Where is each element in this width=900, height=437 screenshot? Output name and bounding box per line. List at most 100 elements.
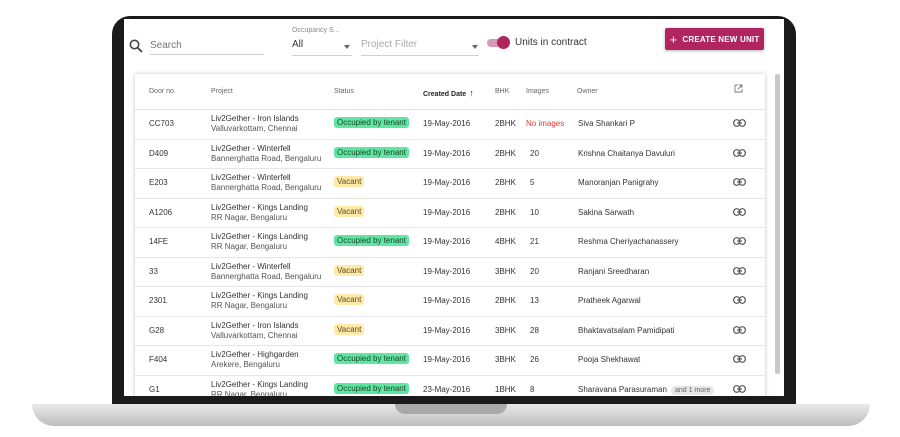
column-project[interactable]: Project bbox=[211, 88, 233, 95]
create-button-label: CREATE NEW UNIT bbox=[682, 34, 760, 44]
created-date: 23-May-2016 bbox=[423, 384, 471, 394]
status-badge: Vacant bbox=[334, 264, 365, 276]
laptop-base bbox=[32, 404, 870, 426]
column-images[interactable]: Images bbox=[526, 88, 549, 95]
column-status[interactable]: Status bbox=[334, 88, 354, 95]
owner-name: Sakina Sarwath bbox=[578, 207, 635, 217]
column-owner[interactable]: Owner bbox=[577, 88, 598, 95]
door-number: A1206 bbox=[149, 207, 173, 217]
open-in-new-icon[interactable] bbox=[734, 84, 743, 93]
owner-name: Pratheek Agarwal bbox=[578, 296, 641, 305]
project-location: Bannerghatta Road, Bengaluru bbox=[211, 153, 322, 163]
table-row[interactable]: A1206 Liv2Gether - Kings Landing RR Nagar,… bbox=[135, 198, 765, 228]
created-date: 19-May-2016 bbox=[423, 266, 471, 276]
arrow-up-icon: ↑ bbox=[469, 88, 474, 98]
project-name: Liv2Gether - Kings Landing bbox=[211, 232, 308, 241]
table-row[interactable]: 33 Liv2Gether - Winterfell Bannerghatta Ro… bbox=[135, 257, 765, 287]
bhk-value: 2BHK bbox=[495, 178, 516, 187]
column-door[interactable]: Door no. bbox=[149, 88, 176, 95]
status-badge: Vacant bbox=[334, 205, 365, 217]
bhk-value: 2BHK bbox=[495, 207, 516, 217]
project-cell: Liv2Gether - Winterfell Bannerghatta Road… bbox=[211, 173, 321, 193]
bhk-value: 4BHK bbox=[495, 237, 516, 246]
images-count: 20 bbox=[530, 266, 539, 276]
project-filter-placeholder: Project Filter bbox=[361, 39, 418, 50]
occupancy-select[interactable]: All bbox=[292, 39, 352, 56]
project-location: Valluvarkottam, Chennai bbox=[211, 330, 298, 340]
door-number: 33 bbox=[149, 266, 158, 276]
table-row[interactable]: F404 Liv2Gether - Highgarden Arekere, Beng… bbox=[135, 345, 765, 376]
status-badge: Vacant bbox=[334, 176, 365, 187]
link-icon[interactable] bbox=[733, 355, 746, 363]
owner-name: Siva Shankari P bbox=[578, 119, 635, 128]
occupancy-value: All bbox=[292, 39, 304, 50]
table-row[interactable]: G28 Liv2Gether - Iron Islands Valluvarkott… bbox=[135, 316, 765, 346]
created-date: 19-May-2016 bbox=[423, 355, 471, 364]
project-cell: Liv2Gether - Kings Landing RR Nagar, Beng… bbox=[211, 232, 308, 252]
status-badge: Occupied by tenant bbox=[334, 117, 409, 128]
door-number: 14FE bbox=[149, 237, 169, 246]
project-cell: Liv2Gether - Winterfell Bannerghatta Road… bbox=[211, 144, 321, 164]
search-input[interactable] bbox=[150, 36, 264, 55]
table-row[interactable]: 2301 Liv2Gether - Kings Landing RR Nagar, … bbox=[135, 286, 765, 317]
images-count: 26 bbox=[530, 355, 539, 364]
link-icon[interactable] bbox=[733, 178, 746, 186]
search-icon bbox=[129, 39, 143, 53]
bhk-value: 3BHK bbox=[495, 325, 516, 335]
occupancy-label: Occupancy S... bbox=[292, 27, 340, 34]
link-icon[interactable] bbox=[733, 296, 746, 304]
status-badge: Occupied by tenant bbox=[334, 353, 409, 364]
column-created-date[interactable]: Created Date ↑ bbox=[423, 88, 474, 98]
project-cell: Liv2Gether - Winterfell Bannerghatta Road… bbox=[211, 262, 321, 282]
laptop-notch bbox=[395, 404, 507, 414]
created-date-label: Created Date bbox=[423, 91, 467, 98]
bhk-value: 3BHK bbox=[495, 266, 516, 276]
status-badge: Occupied by tenant bbox=[334, 146, 409, 158]
filter-toolbar: Occupancy S... All Project Filter Units … bbox=[124, 19, 784, 67]
project-name: Liv2Gether - Highgarden bbox=[211, 350, 299, 359]
table-row[interactable]: 14FE Liv2Gether - Kings Landing RR Nagar, … bbox=[135, 227, 765, 258]
link-icon[interactable] bbox=[733, 237, 746, 245]
table-row[interactable]: CC703 Liv2Gether - Iron Islands Valluvarko… bbox=[135, 109, 765, 140]
link-icon[interactable] bbox=[733, 148, 746, 157]
owner-name: Ranjani Sreedharan bbox=[578, 266, 650, 276]
table-row[interactable]: E203 Liv2Gether - Winterfell Bannerghatta … bbox=[135, 168, 765, 199]
units-in-contract-toggle[interactable] bbox=[487, 36, 510, 49]
plus-icon: + bbox=[669, 31, 678, 47]
table-row[interactable]: G1 Liv2Gether - Kings Landing RR Nagar, Be… bbox=[135, 375, 765, 397]
column-bhk[interactable]: BHK bbox=[495, 88, 509, 95]
owner-name: Pooja Shekhawat bbox=[578, 355, 641, 364]
table-row[interactable]: D409 Liv2Gether - Winterfell Bannerghatta … bbox=[135, 139, 765, 169]
create-new-unit-button[interactable]: + CREATE NEW UNIT bbox=[665, 28, 764, 50]
project-location: RR Nagar, Bengaluru bbox=[211, 242, 288, 251]
link-icon[interactable] bbox=[733, 119, 746, 127]
project-location: RR Nagar, Bengaluru bbox=[211, 389, 288, 397]
project-cell: Liv2Gether - Iron Islands Valluvarkottam,… bbox=[211, 114, 299, 134]
status-badge: Occupied by tenant bbox=[334, 382, 409, 394]
link-icon[interactable] bbox=[733, 266, 746, 275]
images-count: 28 bbox=[530, 325, 539, 335]
bhk-value: 2BHK bbox=[495, 119, 516, 128]
link-icon[interactable] bbox=[733, 325, 746, 334]
created-date: 19-May-2016 bbox=[423, 296, 471, 305]
project-cell: Liv2Gether - Kings Landing RR Nagar, Beng… bbox=[211, 203, 308, 223]
door-number: CC703 bbox=[149, 119, 174, 128]
images-count: No images bbox=[526, 119, 565, 128]
project-name: Liv2Gether - Iron Islands bbox=[211, 114, 299, 123]
scrollbar[interactable] bbox=[775, 74, 780, 374]
project-name: Liv2Gether - Kings Landing bbox=[211, 202, 308, 212]
door-number: F404 bbox=[149, 355, 168, 364]
images-count: 21 bbox=[530, 237, 539, 246]
link-icon[interactable] bbox=[733, 207, 746, 216]
link-icon[interactable] bbox=[733, 384, 746, 393]
owner-name: Krishna Chaitanya Davuluri bbox=[578, 148, 675, 158]
project-filter-select[interactable]: Project Filter bbox=[361, 39, 479, 56]
project-location: Arekere, Bengaluru bbox=[211, 360, 280, 369]
images-count: 5 bbox=[530, 178, 535, 187]
created-date: 19-May-2016 bbox=[423, 325, 471, 335]
owner-name: Sharavana Parasuraman and 1 more bbox=[578, 385, 715, 395]
images-count: 13 bbox=[530, 296, 539, 305]
more-owners-chip[interactable]: and 1 more bbox=[670, 385, 715, 395]
owner-name: Reshma Cheriyachanassery bbox=[578, 237, 679, 246]
created-date: 19-May-2016 bbox=[423, 178, 471, 187]
